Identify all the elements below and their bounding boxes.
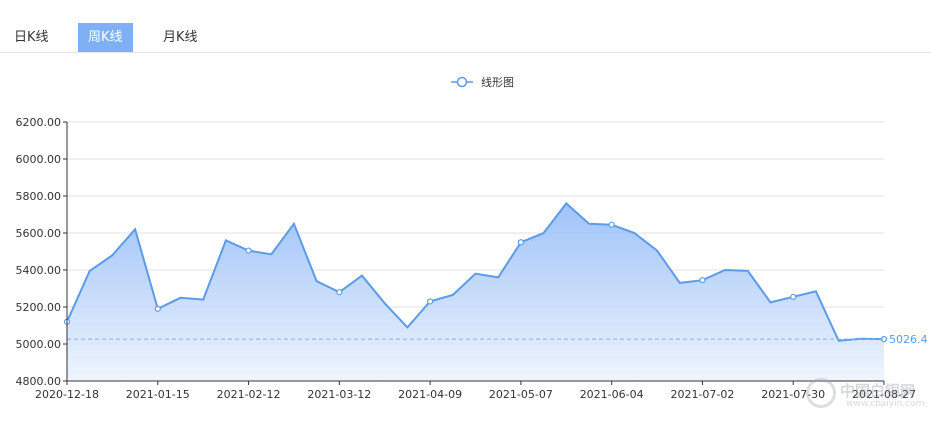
- y-tick-label: 6200.00: [16, 116, 62, 129]
- price-chart: 线形图 4800.00 5000.00 5200.00 5400.00 5600.00 5…: [16, 75, 928, 401]
- legend-marker-icon: [456, 76, 468, 88]
- data-point[interactable]: [517, 239, 524, 246]
- y-tick-label: 6000.00: [16, 153, 62, 166]
- y-tick-label: 5800.00: [16, 190, 62, 203]
- watermark-logo-icon: [806, 378, 836, 408]
- x-tick-label: 2021-03-12: [307, 388, 371, 401]
- markline-label: 5026.4: [889, 333, 928, 346]
- legend-label: 线形图: [481, 75, 514, 89]
- tab-monthly-k[interactable]: 月K线: [153, 23, 208, 52]
- x-tick-label: 2021-06-04: [580, 388, 644, 401]
- data-point[interactable]: [790, 293, 797, 300]
- chart-legend[interactable]: 线形图: [451, 75, 514, 89]
- watermark-title: 中国白银网: [840, 382, 916, 400]
- data-point[interactable]: [154, 305, 161, 312]
- data-point[interactable]: [245, 247, 252, 254]
- x-tick-label: 2021-02-12: [217, 388, 281, 401]
- data-point[interactable]: [427, 298, 434, 305]
- x-tick-label: 2020-12-18: [35, 388, 99, 401]
- series-area: [67, 203, 884, 381]
- watermark: 中国白银网 www.cbaiyin.com: [806, 376, 926, 416]
- watermark-url: www.cbaiyin.com: [846, 399, 925, 409]
- data-point[interactable]: [336, 289, 343, 296]
- tab-daily-k[interactable]: 日K线: [4, 23, 59, 52]
- data-point[interactable]: [699, 277, 706, 284]
- y-tick-label: 4800.00: [16, 375, 62, 388]
- y-tick-label: 5600.00: [16, 227, 62, 240]
- x-tick-label: 2021-01-15: [126, 388, 190, 401]
- x-tick-label: 2021-07-02: [670, 388, 734, 401]
- y-tick-label: 5200.00: [16, 301, 62, 314]
- y-tick-label: 5400.00: [16, 264, 62, 277]
- tab-weekly-k[interactable]: 周K线: [78, 23, 133, 52]
- y-tick-label: 5000.00: [16, 338, 62, 351]
- x-tick-label: 2021-05-07: [489, 388, 553, 401]
- x-tick-label: 2021-04-09: [398, 388, 462, 401]
- period-tabs: 日K线 周K线 月K线: [0, 23, 931, 53]
- data-point[interactable]: [608, 221, 615, 228]
